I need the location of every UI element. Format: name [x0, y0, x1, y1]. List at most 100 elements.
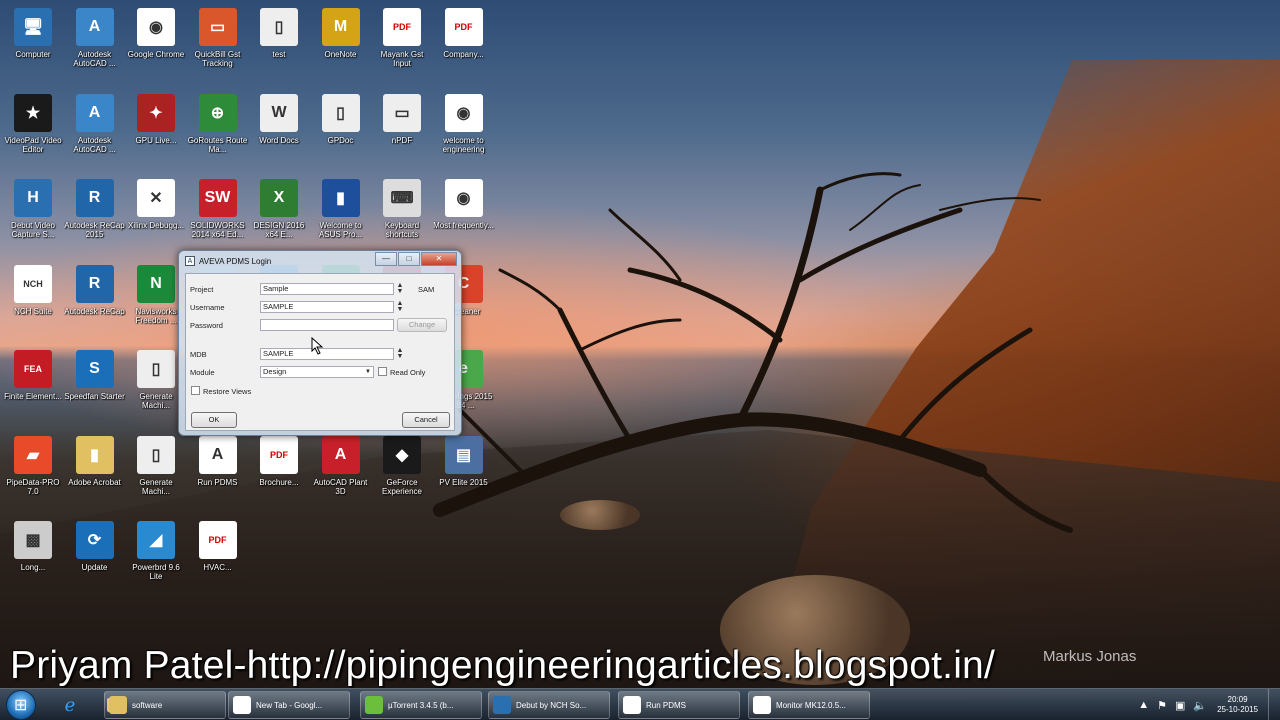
app-icon: A: [75, 93, 114, 132]
desktop-icon[interactable]: PDF Company...: [433, 4, 495, 86]
app-icon: ◉: [137, 8, 175, 46]
desktop-icon[interactable]: ⊕ GoRoutes Route Ma...: [187, 90, 249, 172]
desktop-icon[interactable]: H Debut Video Capture S...: [2, 175, 64, 257]
desktop-icon[interactable]: ◉ Google Chrome: [125, 4, 187, 86]
action-center-flag-icon[interactable]: ⚑: [1157, 699, 1167, 712]
app-icon: NCH: [14, 264, 52, 303]
desktop-icon[interactable]: X DESIGN 2016 x64 E...: [248, 175, 310, 257]
desktop-icon[interactable]: A AutoCAD Plant 3D: [310, 432, 372, 514]
start-button[interactable]: [6, 690, 36, 720]
desktop-icon[interactable]: ▭ QuickBill Gst Tracking: [187, 4, 249, 86]
desktop-icon[interactable]: ▰ PipeData-PRO 7.0: [2, 432, 64, 514]
app-icon: ◉: [444, 179, 483, 217]
desktop-icon[interactable]: ▯ Generate Machi...: [125, 432, 187, 514]
desktop-icon[interactable]: A Autodesk AutoCAD ...: [64, 90, 126, 172]
clock[interactable]: 20:09 25-10-2015: [1217, 695, 1258, 715]
volume-icon[interactable]: 🔈: [1193, 699, 1207, 712]
desktop-icon[interactable]: PDF Mayank Gst Input: [371, 4, 433, 86]
mdb-spinner[interactable]: ▲ ▼: [396, 347, 404, 360]
wallpaper-credit: Markus Jonas: [1043, 648, 1137, 665]
desktop-icon[interactable]: NCH NCH Suite: [2, 261, 64, 343]
desktop-icon-label: VideoPad Video Editor: [4, 135, 62, 154]
app-icon: H: [14, 179, 52, 217]
project-field[interactable]: Sample: [260, 283, 394, 295]
taskbar-button[interactable]: New Tab - Googl...: [228, 691, 350, 719]
desktop-icon-label: Run PDMS: [197, 477, 238, 487]
desktop-icon-label: GPU Live...: [135, 135, 177, 145]
project-label: Project: [190, 285, 214, 294]
app-icon: R: [75, 264, 114, 303]
desktop-icon-label: QuickBill Gst Tracking: [194, 50, 241, 68]
change-password-button[interactable]: Change: [397, 318, 447, 332]
desktop-icon[interactable]: ▮ Adobe Acrobat: [64, 432, 126, 514]
app-icon: W: [260, 93, 298, 132]
desktop-icon-label: nPDF: [391, 135, 413, 145]
desktop-icon[interactable]: A Run PDMS: [187, 432, 249, 514]
taskbar-button[interactable]: Run PDMS: [618, 691, 740, 719]
ok-button[interactable]: OK: [191, 412, 237, 428]
desktop-icon[interactable]: PDF HVAC...: [187, 517, 249, 599]
desktop-icon[interactable]: ⌨ Keyboard shortcuts: [371, 175, 433, 257]
app-icon: M: [321, 8, 360, 46]
desktop-icon[interactable]: ▤ PV Elite 2015: [433, 432, 495, 514]
desktop-icon[interactable]: R Autodesk ReCap: [64, 261, 126, 343]
desktop-icon[interactable]: ▩ Long...: [2, 517, 64, 599]
desktop-icon[interactable]: A Autodesk AutoCAD ...: [64, 4, 126, 86]
desktop-icon[interactable]: ▯ GPDoc: [310, 90, 372, 172]
read-only-checkbox[interactable]: [378, 367, 387, 376]
desktop-icon-label: Autodesk ReCap 2015: [64, 221, 125, 239]
app-icon: PDF: [198, 521, 237, 559]
app-icon: ◆: [383, 435, 421, 474]
desktop-icon[interactable]: ◢ Powerbrd 9.6 Lite: [125, 517, 187, 599]
desktop-icon[interactable]: R Autodesk ReCap 2015: [64, 175, 126, 257]
mdb-field[interactable]: SAMPLE: [260, 348, 394, 360]
desktop-icon-label: Word Docs: [259, 135, 299, 145]
taskbar-button[interactable]: Debut by NCH So...: [488, 691, 610, 719]
password-field[interactable]: [260, 319, 394, 331]
close-button[interactable]: ✕: [421, 252, 457, 266]
desktop-icon[interactable]: ◉ Most frequently...: [433, 175, 495, 257]
module-select[interactable]: Design ▼: [260, 366, 374, 378]
desktop-icon-label: AutoCAD Plant 3D: [313, 477, 368, 496]
desktop-icon[interactable]: PDF Brochure...: [248, 432, 310, 514]
app-icon: ▮: [75, 435, 114, 474]
desktop-icon[interactable]: ◉ welcome to engineering: [433, 90, 495, 172]
desktop-icon[interactable]: ★ VideoPad Video Editor: [2, 90, 64, 172]
desktop-icon[interactable]: ▭ nPDF: [371, 90, 433, 172]
taskbar: ℯ software New Tab - Googl... µTorrent 3.4…: [0, 688, 1280, 720]
desktop-icon[interactable]: ▮ Welcome to ASUS Pro...: [310, 175, 372, 257]
desktop-icon[interactable]: S Speedfan Starter: [64, 346, 126, 428]
cancel-button[interactable]: Cancel: [402, 412, 450, 428]
maximize-button[interactable]: □: [398, 252, 420, 266]
desktop-icon[interactable]: ⟳ Update: [64, 517, 126, 599]
aveva-app-icon: A: [185, 256, 195, 266]
project-spinner[interactable]: ▲ ▼: [396, 282, 404, 295]
desktop-icon-label: Powerbrd 9.6 Lite: [132, 563, 180, 581]
desktop-icon[interactable]: FEA Finite Element...: [2, 346, 64, 428]
username-spinner[interactable]: ▲ ▼: [396, 300, 404, 313]
username-field[interactable]: SAMPLE: [260, 301, 394, 313]
desktop-icon-label: Debut Video Capture S...: [11, 221, 55, 239]
desktop-icon[interactable]: 🖥 Computer: [2, 4, 64, 86]
app-icon: ★: [14, 93, 52, 132]
app-icon: R: [75, 179, 114, 217]
desktop-icon-label: Xilinx Debugg...: [127, 221, 185, 230]
desktop-icon[interactable]: W Word Docs: [248, 90, 310, 172]
desktop-icon[interactable]: ▯ test: [248, 4, 310, 86]
app-icon: FEA: [14, 350, 52, 388]
desktop-icon[interactable]: ◆ GeForce Experience: [371, 432, 433, 514]
tray-expand-icon[interactable]: ▲: [1138, 699, 1149, 711]
taskbar-button[interactable]: µTorrent 3.4.5 (b...: [360, 691, 482, 719]
taskbar-button[interactable]: Monitor MK12.0.5...: [748, 691, 870, 719]
network-icon[interactable]: ▣: [1175, 699, 1185, 712]
taskbar-app-icon: [365, 696, 383, 714]
taskbar-button[interactable]: software: [104, 691, 226, 719]
internet-explorer-icon[interactable]: ℯ: [50, 691, 90, 719]
desktop-icon[interactable]: M OneNote: [310, 4, 372, 86]
desktop-icon[interactable]: ✕ Xilinx Debugg...: [125, 175, 187, 257]
show-desktop-button[interactable]: [1268, 689, 1280, 720]
desktop-icon[interactable]: SW SOLIDWORKS 2014 x64 Ed...: [187, 175, 249, 257]
desktop-icon[interactable]: ✦ GPU Live...: [125, 90, 187, 172]
restore-views-checkbox[interactable]: [191, 386, 200, 395]
minimize-button[interactable]: —: [375, 252, 397, 266]
